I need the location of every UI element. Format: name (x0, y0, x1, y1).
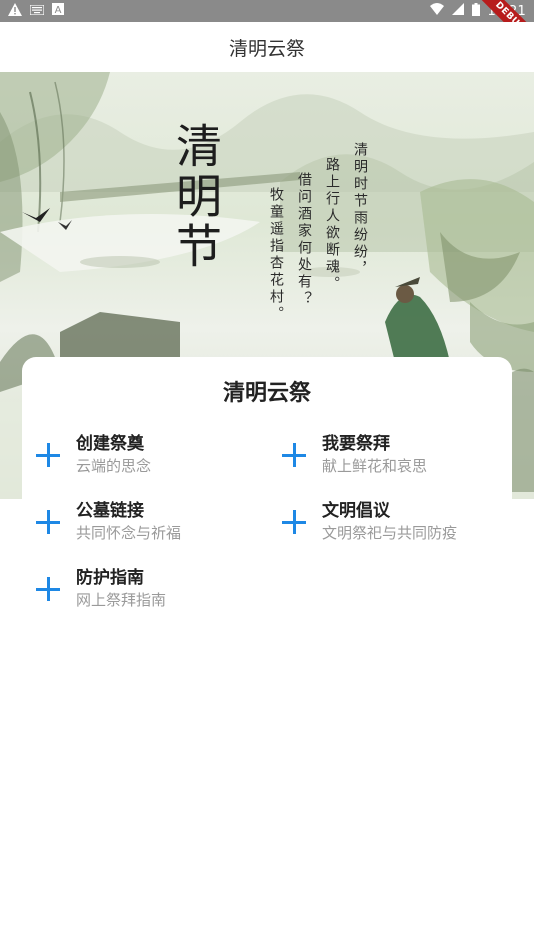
menu-item-title: 我要祭拜 (322, 434, 390, 454)
menu-item-protection-guide[interactable]: 防护指南 网上祭拜指南 (36, 567, 166, 611)
status-bar: A 17:21 DEBUG (0, 0, 534, 59)
menu-item-subtitle: 献上鲜花和哀思 (322, 457, 428, 475)
status-left-icons: A (8, 2, 64, 20)
menu-item-create-memorial[interactable]: 创建祭奠 云端的思念 (36, 433, 151, 477)
poem-line-4: 牧童遥指杏花村。 (268, 187, 284, 323)
menu-item-civilized-initiative[interactable]: 文明倡议 文明祭祀与共同防疫 (282, 500, 457, 544)
signal-icon (451, 3, 464, 19)
banner-calligraphy-title: 清明节 (169, 122, 223, 272)
plus-icon (36, 443, 60, 467)
card-title: 清明云祭 (222, 381, 311, 406)
menu-item-subtitle: 网上祭拜指南 (76, 591, 167, 609)
plus-icon (282, 443, 306, 467)
plus-icon (282, 510, 306, 534)
menu-item-cemetery-link[interactable]: 公墓链接 共同怀念与祈福 (36, 500, 181, 544)
a-box-icon: A (52, 3, 64, 19)
app-bar-title: 清明云祭 (228, 37, 305, 60)
poem-line-2: 路上行人欲断魂。 (324, 157, 340, 293)
poem-line-3: 借问酒家何处有？ (296, 172, 312, 308)
menu-item-title: 公墓链接 (76, 501, 144, 521)
app-bar: 清明云祭 (0, 22, 534, 72)
warning-icon (8, 2, 22, 20)
plus-icon (36, 577, 60, 601)
plus-icon (36, 510, 60, 534)
menu-item-subtitle: 共同怀念与祈福 (76, 524, 182, 542)
wifi-icon (429, 3, 444, 19)
menu-item-title: 文明倡议 (322, 501, 390, 521)
menu-item-title: 防护指南 (76, 568, 144, 588)
menu-card: 清明云祭 创建祭奠 云端的思念 我要祭拜 献上鲜花和哀思 公墓链接 共同怀念与祈… (22, 357, 512, 617)
keyboard-icon (29, 3, 45, 19)
menu-item-title: 创建祭奠 (76, 434, 144, 454)
svg-text:A: A (55, 5, 62, 15)
menu-item-subtitle: 文明祭祀与共同防疫 (322, 524, 458, 542)
menu-item-worship[interactable]: 我要祭拜 献上鲜花和哀思 (282, 433, 427, 477)
menu-item-subtitle: 云端的思念 (76, 457, 152, 475)
poem-line-1: 清明时节雨纷纷， (352, 142, 368, 278)
battery-icon (471, 2, 480, 20)
